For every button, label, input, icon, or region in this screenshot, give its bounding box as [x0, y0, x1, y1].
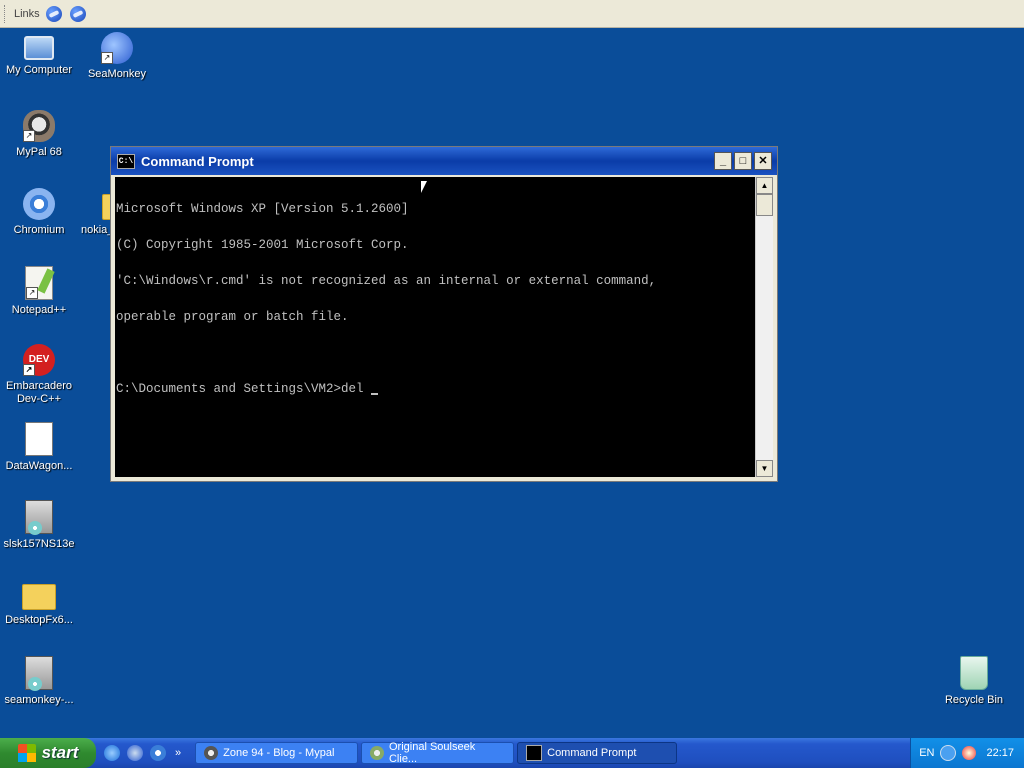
- desktop-icon-label: seamonkey-...: [4, 694, 74, 706]
- desktop-icon-desktopfx[interactable]: DesktopFx6...: [0, 578, 78, 627]
- cmd-icon[interactable]: C:\: [117, 153, 135, 169]
- window-titlebar[interactable]: C:\ Command Prompt _ □ ✕: [111, 147, 777, 175]
- installer-icon: [25, 500, 53, 535]
- vertical-scrollbar[interactable]: ▲ ▼: [755, 177, 773, 477]
- chromium-icon[interactable]: [150, 745, 166, 761]
- quick-launch-more-button[interactable]: »: [175, 747, 181, 759]
- scroll-down-button[interactable]: ▼: [756, 460, 773, 477]
- folder-icon: [22, 584, 56, 610]
- desktop-icon-devcpp[interactable]: DEV ↗ Embarcadero Dev-C++: [0, 344, 78, 406]
- taskbar: start » Zone 94 - Blog - Mypal Original …: [0, 738, 1024, 768]
- window-title: Command Prompt: [141, 153, 254, 169]
- desktop-icon-slsk[interactable]: slsk157NS13e: [0, 500, 78, 551]
- desktop-icon-datawagon[interactable]: DataWagon...: [0, 422, 78, 473]
- system-tray: EN 22:17: [910, 738, 1024, 768]
- folder-icon: [102, 194, 110, 220]
- devcpp-icon: DEV ↗: [23, 344, 55, 376]
- desktop-icon-label: Recycle Bin: [944, 694, 1004, 706]
- desktop-icon-label: My Computer: [5, 64, 73, 76]
- maximize-button[interactable]: □: [734, 152, 752, 170]
- minimize-button[interactable]: _: [714, 152, 732, 170]
- desktop-icon-label: Notepad++: [11, 304, 67, 316]
- notepadpp-icon: ↗: [25, 266, 53, 300]
- shortcut-arrow-icon: ↗: [23, 364, 35, 376]
- clock[interactable]: 22:17: [986, 747, 1014, 759]
- language-indicator[interactable]: EN: [919, 747, 934, 759]
- desktop-icon-label: DesktopFx6...: [5, 614, 73, 626]
- shortcut-arrow-icon: ↗: [101, 52, 113, 64]
- desktop-icon-label: SeaMonkey: [87, 68, 147, 80]
- task-label: Original Soulseek Clie...: [388, 741, 476, 765]
- seamonkey-link-icon-2[interactable]: [69, 5, 86, 22]
- desktop-icon-mypal[interactable]: ↗ MyPal 68: [0, 110, 78, 159]
- internet-explorer-icon[interactable]: [104, 745, 120, 761]
- desktop-icon-recycle-bin[interactable]: Recycle Bin: [935, 656, 1013, 707]
- task-label: Command Prompt: [547, 747, 637, 759]
- cmd-icon: [526, 745, 543, 761]
- console-output[interactable]: Microsoft Windows XP [Version 5.1.2600] …: [115, 177, 755, 477]
- document-icon: [25, 422, 53, 456]
- console-prompt: C:\Documents and Settings\VM2>del: [116, 382, 372, 396]
- scroll-thumb[interactable]: [756, 194, 773, 216]
- links-label: Links: [14, 7, 40, 20]
- toolbar-grip[interactable]: [4, 4, 8, 23]
- console-line: operable program or batch file.: [116, 310, 349, 324]
- links-toolbar: Links: [0, 0, 1024, 28]
- windows-logo-icon: [17, 744, 36, 762]
- desktop-icon-notepadpp[interactable]: ↗ Notepad++: [0, 266, 78, 317]
- mypal-icon: [204, 746, 219, 760]
- raccoon-icon: ↗: [23, 110, 55, 142]
- show-hidden-icons-button[interactable]: [940, 745, 957, 761]
- console-area: Microsoft Windows XP [Version 5.1.2600] …: [115, 177, 773, 477]
- computer-icon: [24, 36, 54, 60]
- close-button[interactable]: ✕: [754, 152, 772, 170]
- seamonkey-icon: ↗: [101, 32, 133, 64]
- chromium-icon: [23, 188, 55, 220]
- desktop-icon-label: DataWagon...: [5, 460, 73, 472]
- mouse-pointer-icon: [421, 181, 427, 193]
- seamonkey-link-icon[interactable]: [45, 5, 62, 22]
- taskbar-button-mypal[interactable]: Zone 94 - Blog - Mypal: [195, 742, 359, 764]
- start-button[interactable]: start: [0, 738, 96, 768]
- task-label: Zone 94 - Blog - Mypal: [223, 747, 335, 759]
- desktop-icon-label: Embarcadero Dev-C++: [5, 380, 73, 405]
- shortcut-arrow-icon: ↗: [23, 130, 35, 142]
- tray-app-icon[interactable]: [962, 746, 977, 760]
- soulseek-icon: [370, 746, 384, 760]
- taskbar-button-soulseek[interactable]: Original Soulseek Clie...: [361, 741, 515, 765]
- scroll-up-button[interactable]: ▲: [756, 177, 773, 194]
- console-prompt-line[interactable]: C:\Documents and Settings\VM2>del: [116, 383, 754, 395]
- installer-icon: [25, 656, 53, 691]
- desktop-icon-label: slsk157NS13e: [3, 538, 75, 550]
- start-label: start: [41, 743, 79, 762]
- desktop-icon-my-computer[interactable]: My Computer: [0, 32, 78, 77]
- desktop-icon-label: MyPal 68: [16, 146, 62, 158]
- console-line: Microsoft Windows XP [Version 5.1.2600]: [116, 202, 409, 216]
- console-line: 'C:\Windows\r.cmd' is not recognized as …: [116, 274, 657, 288]
- desktop-icon-nokia[interactable]: nokia_: [66, 188, 110, 237]
- taskbar-button-command-prompt[interactable]: Command Prompt: [517, 742, 678, 764]
- recycle-bin-icon: [960, 656, 988, 690]
- desktop-icon-seamonkey-setup[interactable]: seamonkey-...: [0, 656, 78, 707]
- console-line: (C) Copyright 1985-2001 Microsoft Corp.: [116, 238, 409, 252]
- quick-launch: »: [96, 745, 195, 761]
- seamonkey-icon[interactable]: [127, 745, 143, 761]
- command-prompt-window[interactable]: C:\ Command Prompt _ □ ✕ Microsoft Windo…: [110, 146, 778, 482]
- desktop-icon-label: nokia_: [81, 224, 110, 236]
- desktop-icon-seamonkey[interactable]: ↗ SeaMonkey: [78, 32, 156, 81]
- shortcut-arrow-icon: ↗: [26, 287, 38, 299]
- text-cursor: [371, 393, 379, 395]
